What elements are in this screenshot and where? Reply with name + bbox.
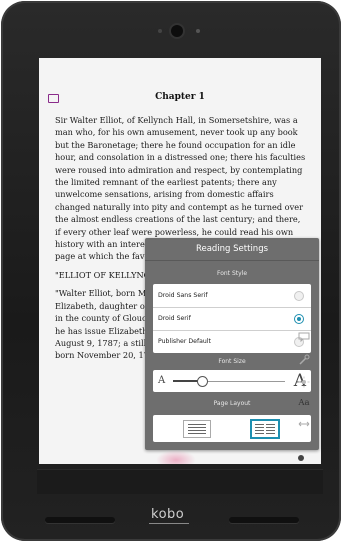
- tools-icon[interactable]: [297, 354, 311, 366]
- reading-screen: Chapter 1 Sir Walter Elliot, of Kellynch…: [39, 58, 321, 464]
- font-option-droid-sans-serif[interactable]: Droid Sans Serif: [153, 284, 311, 308]
- light-sensor: [158, 29, 162, 33]
- font-option-label: Droid Serif: [158, 315, 191, 322]
- sync-status-dot: [298, 455, 304, 461]
- reading-settings-panel: Reading Settings Font Style Droid Sans S…: [145, 238, 319, 450]
- indicator-light: [196, 29, 200, 33]
- touch-highlight: [156, 450, 196, 464]
- font-size-slider-handle[interactable]: [197, 376, 208, 387]
- font-style-list: Droid Sans Serif Droid Serif Publisher D…: [153, 284, 311, 353]
- two-column-layout-button[interactable]: [251, 420, 279, 438]
- camera-lens: [171, 25, 183, 37]
- decrease-size-glyph[interactable]: A: [158, 375, 165, 386]
- font-option-label: Droid Sans Serif: [158, 292, 208, 299]
- single-column-layout-button[interactable]: [183, 420, 211, 438]
- font-size-control: A A: [153, 370, 311, 392]
- page-layout-options: [153, 415, 311, 442]
- right-page-button[interactable]: [229, 517, 299, 523]
- chapter-title: Chapter 1: [155, 92, 205, 102]
- panel-title: Reading Settings: [195, 244, 269, 254]
- divider: [145, 260, 319, 261]
- bottom-bezel: [37, 469, 323, 494]
- ereader-device: Chapter 1 Sir Walter Elliot, of Kellynch…: [1, 1, 341, 541]
- kobo-logo: kobo: [151, 507, 185, 522]
- font-style-heading: Font Style: [216, 270, 248, 277]
- font-size-heading: Font Size: [218, 358, 246, 365]
- font-option-publisher-default[interactable]: Publisher Default: [153, 330, 311, 353]
- radio-button[interactable]: [294, 291, 304, 301]
- font-option-droid-serif[interactable]: Droid Serif: [153, 307, 311, 331]
- radio-button-selected[interactable]: [294, 314, 304, 324]
- font-option-label: Publisher Default: [158, 338, 211, 345]
- logo-underline: [149, 523, 189, 524]
- brightness-icon[interactable]: [297, 376, 311, 388]
- page-layout-heading: Page Layout: [213, 400, 251, 407]
- annotation-icon[interactable]: [297, 332, 311, 344]
- page-turn-icon[interactable]: [297, 420, 311, 432]
- font-settings-icon[interactable]: Aa: [297, 398, 311, 410]
- left-page-button[interactable]: [45, 517, 115, 523]
